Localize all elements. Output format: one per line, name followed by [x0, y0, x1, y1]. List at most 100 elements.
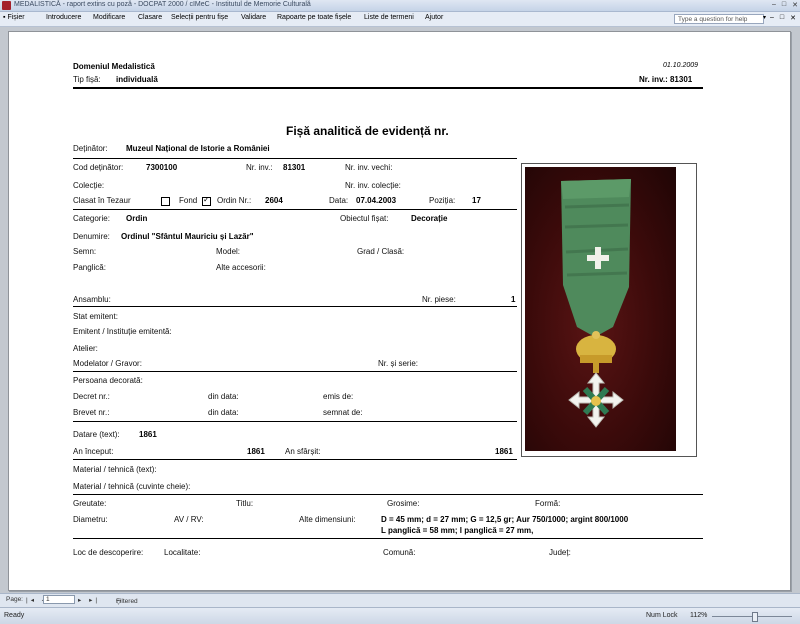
divider [73, 158, 517, 159]
divider [73, 371, 517, 372]
brevet-label: Brevet nr.: [73, 408, 110, 417]
header-rule [73, 87, 703, 89]
pozitia-label: Poziția: [429, 196, 456, 205]
page-number-input[interactable]: 1 [43, 595, 75, 604]
emitent-label: Emitent / Instituție emitentă: [73, 327, 172, 336]
menu-selectii[interactable]: Selecții pentru fișe [171, 14, 228, 21]
obiect-value: Decorație [411, 214, 448, 223]
nrserie-label: Nr. și serie: [378, 359, 419, 368]
loc-descoperire-label: Loc de descoperire: [73, 548, 144, 557]
minimize-button[interactable]: – [772, 1, 776, 9]
document-icon: ▪ [3, 14, 6, 21]
pozitia-value: 17 [472, 196, 481, 205]
object-photo [525, 167, 676, 451]
title-bar: MEDALISTICĂ - raport extins cu poză - DO… [0, 0, 800, 12]
av-rv-label: AV / RV: [174, 515, 204, 524]
report-heading: Fișă analitică de evidență nr. [286, 124, 449, 138]
atelier-label: Atelier: [73, 344, 98, 353]
semn-label: Semn: [73, 247, 97, 256]
menu-introducere[interactable]: Introducere [46, 14, 81, 21]
alte-accesorii-label: Alte accesorii: [216, 263, 266, 272]
status-ready: Ready [4, 612, 25, 619]
close-button[interactable]: ✕ [792, 1, 798, 9]
categorie-label: Categorie: [73, 214, 110, 223]
report-date: 01.10.2009 [663, 62, 699, 69]
an-sfarsit-value: 1861 [495, 447, 513, 456]
ansamblu-label: Ansamblu: [73, 295, 111, 304]
page-label: Page: [6, 596, 23, 603]
modelator-label: Modelator / Gravor: [73, 359, 142, 368]
categorie-value: Ordin [126, 214, 148, 223]
denumire-value: Ordinul "Sfântul Mauriciu și Lazăr" [121, 232, 254, 241]
help-search-input[interactable]: Type a question for help [674, 14, 764, 24]
divider [73, 459, 517, 460]
menu-liste[interactable]: Liste de termeni [364, 14, 414, 21]
tip-value: individuală [116, 75, 158, 84]
colectie-label: Colecție: [73, 181, 105, 190]
fond-checkbox [202, 195, 211, 206]
semnat-label: semnat de: [323, 408, 363, 417]
menu-clasare[interactable]: Clasare [138, 14, 162, 21]
mdi-close-button[interactable]: ✕ [790, 14, 796, 22]
judet-label: Județ: [549, 548, 571, 557]
cod-value: 7300100 [146, 163, 178, 172]
divider [73, 209, 517, 210]
grad-label: Grad / Clasă: [357, 247, 405, 256]
forma-label: Formă: [535, 499, 561, 508]
clasat-label: Clasat în Tezaur [73, 196, 131, 205]
din-data-label: din data: [208, 392, 239, 401]
nrinv-header: Nr. inv.: 81301 [639, 75, 693, 84]
zoom-slider-thumb[interactable] [752, 612, 758, 622]
panglica-label: Panglică: [73, 263, 106, 272]
emis-label: emis de: [323, 392, 354, 401]
record-navigation: Page: |◂ ◂ 1 ▸ ▸| ▽ Filtered [0, 593, 800, 607]
model-label: Model: [216, 247, 241, 256]
an-inceput-value: 1861 [247, 447, 265, 456]
localitate-label: Localitate: [164, 548, 201, 557]
an-sfarsit-label: An sfârșit: [285, 447, 321, 456]
greutate-label: Greutate: [73, 499, 107, 508]
nrinv-colectie-label: Nr. inv. colecție: [345, 181, 401, 190]
obiect-label: Obiectul fișat: [340, 214, 389, 223]
nrpiese-value: 1 [511, 295, 516, 304]
nav-next-last-buttons[interactable]: ▸ ▸| [78, 596, 100, 604]
detinator-label: Deținător: [73, 144, 108, 153]
din-data-label: din data: [208, 408, 239, 417]
persoana-label: Persoana decorată: [73, 376, 143, 385]
menu-modificare[interactable]: Modificare [93, 14, 125, 21]
chevron-down-icon[interactable]: ▾ [763, 14, 766, 21]
menu-rapoarte[interactable]: Rapoarte pe toate fișele [277, 14, 351, 21]
status-bar: Ready Num Lock 112% [0, 607, 800, 624]
alte-dimensiuni-label: Alte dimensiuni: [299, 515, 356, 524]
mdi-restore-button[interactable]: □ [780, 14, 784, 22]
datare-label: Datare (text): [73, 430, 120, 439]
tip-label: Tip fișă: [73, 75, 101, 84]
nrinv-value: 81301 [283, 163, 306, 172]
stat-label: Stat emitent: [73, 312, 118, 321]
material-keywords-label: Material / tehnică (cuvinte cheie): [73, 482, 191, 491]
clasat-checkbox [161, 197, 170, 206]
window-title: MEDALISTICĂ - raport extins cu poză - DO… [14, 1, 311, 8]
mdi-minimize-button[interactable]: – [770, 14, 774, 22]
object-photo-frame [521, 163, 697, 457]
menu-validare[interactable]: Validare [241, 14, 266, 21]
cod-label: Cod deținător: [73, 163, 124, 172]
titlu-label: Titlu: [236, 499, 254, 508]
material-text-label: Material / tehnică (text): [73, 465, 157, 474]
denumire-label: Denumire: [73, 232, 110, 241]
ordin-value: 2604 [265, 196, 283, 205]
maximize-button[interactable]: □ [782, 1, 786, 9]
zoom-level: 112% [690, 612, 708, 619]
menu-ajutor[interactable]: Ajutor [425, 14, 443, 21]
alte-dimensiuni-value: D = 45 mm; d = 27 mm; G = 12,5 gr; Aur 7… [381, 515, 629, 524]
divider [73, 538, 703, 539]
datare-value: 1861 [139, 430, 157, 439]
comuna-label: Comună: [383, 548, 416, 557]
medal-image [561, 179, 631, 428]
data-label: Data: [329, 196, 349, 205]
menu-fisier[interactable]: ▪ Fișier [3, 14, 25, 21]
app-icon [2, 1, 11, 10]
fond-label: Fond [179, 196, 198, 205]
grosime-label: Grosime: [387, 499, 420, 508]
detinator-value: Muzeul Național de Istorie a României [126, 144, 270, 153]
